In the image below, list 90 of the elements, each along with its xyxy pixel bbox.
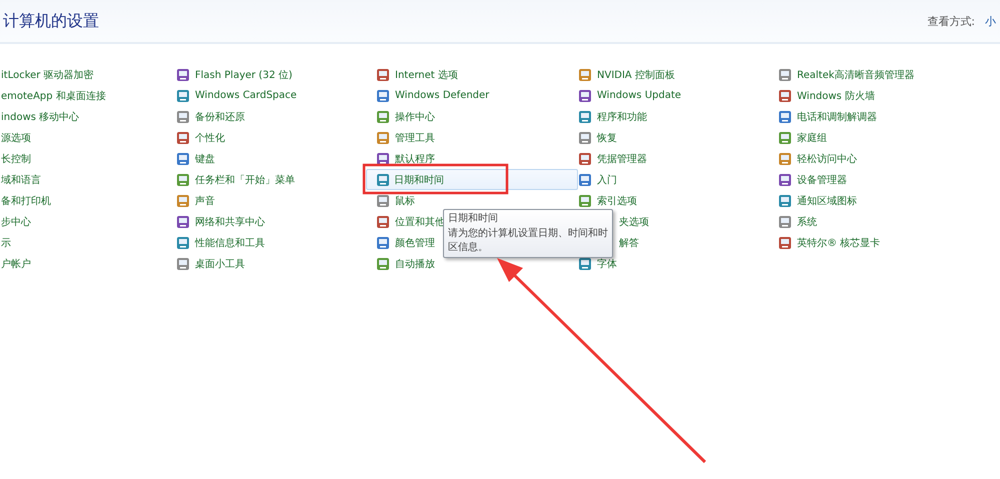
control-panel-link[interactable]: 夹选项 (618, 214, 650, 228)
tile-icon (578, 110, 592, 124)
tile-icon (578, 130, 592, 144)
view-dropdown[interactable]: 小 (985, 14, 996, 28)
tile-icon (778, 130, 792, 144)
control-panel-link[interactable]: 凭据管理器 (596, 152, 648, 166)
control-panel-link[interactable]: 入门 (596, 172, 618, 186)
control-panel-link[interactable]: Internet 选项 (394, 68, 459, 82)
control-panel-link[interactable]: 桌面小工具 (194, 256, 246, 270)
control-panel-link[interactable]: 日期和时间 (366, 169, 578, 190)
control-panel-link[interactable]: 性能信息和工具 (194, 236, 266, 250)
control-panel-link[interactable]: Realtek高清晰音频管理器 (796, 68, 916, 82)
control-panel-link[interactable]: 英特尔® 核芯显卡 (796, 236, 882, 250)
control-panel-link[interactable]: 鼠标 (394, 194, 416, 208)
tile-icon (176, 110, 190, 124)
control-panel-link[interactable]: 步中心 (0, 214, 32, 228)
tile-icon (778, 110, 792, 124)
control-panel-link[interactable]: 备份和还原 (194, 110, 246, 124)
tile-icon (578, 256, 592, 270)
control-panel-link[interactable]: 家庭组 (796, 130, 828, 144)
control-panel-link[interactable]: 通知区域图标 (796, 194, 858, 208)
tile-icon (578, 194, 592, 208)
tile-icon (376, 256, 390, 270)
control-panel-link[interactable]: 轻松访问中心 (796, 152, 858, 166)
tile-icon (376, 110, 390, 124)
tile-icon (578, 172, 592, 186)
tile-icon (376, 88, 390, 102)
tile-icon (778, 152, 792, 166)
control-panel-link[interactable]: 网络和共享中心 (194, 214, 266, 228)
tile-icon (376, 152, 390, 166)
tile-icon (176, 88, 190, 102)
tile-icon (778, 214, 792, 228)
control-panel-link[interactable]: 任务栏和「开始」菜单 (194, 172, 296, 186)
tile-icon (176, 256, 190, 270)
tile-icon (176, 194, 190, 208)
control-panel-link[interactable]: 电话和调制解调器 (796, 110, 878, 124)
control-panel-link[interactable]: 系统 (796, 214, 818, 228)
control-panel-link[interactable]: 管理工具 (394, 130, 436, 144)
tile-icon (376, 172, 390, 186)
tile-icon (778, 194, 792, 208)
control-panel-link[interactable]: 自动播放 (394, 256, 436, 270)
tile-icon (778, 68, 792, 82)
control-panel-link[interactable]: 示 (0, 236, 12, 250)
control-panel-link[interactable]: 程序和功能 (596, 110, 648, 124)
tile-icon (176, 130, 190, 144)
control-panel-link[interactable]: 户帐户 (0, 256, 32, 270)
tile-icon (176, 68, 190, 82)
control-panel-link[interactable]: Windows 防火墙 (796, 88, 876, 102)
control-panel-link[interactable]: Windows Defender (394, 90, 490, 101)
tile-icon (376, 130, 390, 144)
control-panel-link[interactable]: 长控制 (0, 152, 32, 166)
control-panel-link[interactable]: indows 移动中心 (0, 110, 80, 124)
tile-icon (176, 214, 190, 228)
tile-icon (376, 236, 390, 250)
control-panel-link[interactable]: 源选项 (0, 130, 32, 144)
page-title: 计算机的设置 (3, 10, 99, 32)
control-panel-link[interactable]: 声音 (194, 194, 216, 208)
control-panel-link[interactable]: 操作中心 (394, 110, 436, 124)
control-panel-link[interactable]: Flash Player (32 位) (194, 68, 294, 82)
control-panel-link[interactable]: 恢复 (596, 130, 618, 144)
tile-icon (176, 172, 190, 186)
tile-icon (578, 68, 592, 82)
control-panel-link[interactable]: 索引选项 (596, 194, 638, 208)
control-panel-link[interactable]: 键盘 (194, 152, 216, 166)
tile-icon (778, 236, 792, 250)
tile-icon (778, 88, 792, 102)
control-panel-link[interactable]: 域和语言 (0, 172, 42, 186)
tile-icon (176, 236, 190, 250)
tile-icon (376, 194, 390, 208)
tooltip-text: 请为您的计算机设置日期、时间和时区信息。 (448, 227, 608, 255)
control-panel-link[interactable]: 颜色管理 (394, 236, 436, 250)
control-panel-link[interactable]: 个性化 (194, 130, 226, 144)
tile-icon (376, 68, 390, 82)
tile-icon (376, 214, 390, 228)
control-panel-link[interactable]: 解答 (618, 236, 640, 250)
control-panel-link[interactable]: Windows CardSpace (194, 90, 298, 101)
control-panel-link[interactable]: 字体 (596, 256, 618, 270)
tile-icon (578, 88, 592, 102)
control-panel-link[interactable]: NVIDIA 控制面板 (596, 68, 676, 82)
control-panel-link[interactable]: 默认程序 (394, 152, 436, 166)
control-panel-link[interactable]: 备和打印机 (0, 194, 52, 208)
tile-icon (176, 152, 190, 166)
control-panel-link[interactable]: itLocker 驱动器加密 (0, 68, 95, 82)
control-panel-link[interactable]: emoteApp 和桌面连接 (0, 88, 107, 102)
tile-icon (578, 152, 592, 166)
control-panel-link[interactable]: Windows Update (596, 90, 682, 101)
tooltip-title: 日期和时间 (448, 212, 498, 226)
control-panel-link[interactable]: 设备管理器 (796, 172, 848, 186)
tile-icon (778, 172, 792, 186)
view-label: 查看方式: (927, 14, 975, 28)
